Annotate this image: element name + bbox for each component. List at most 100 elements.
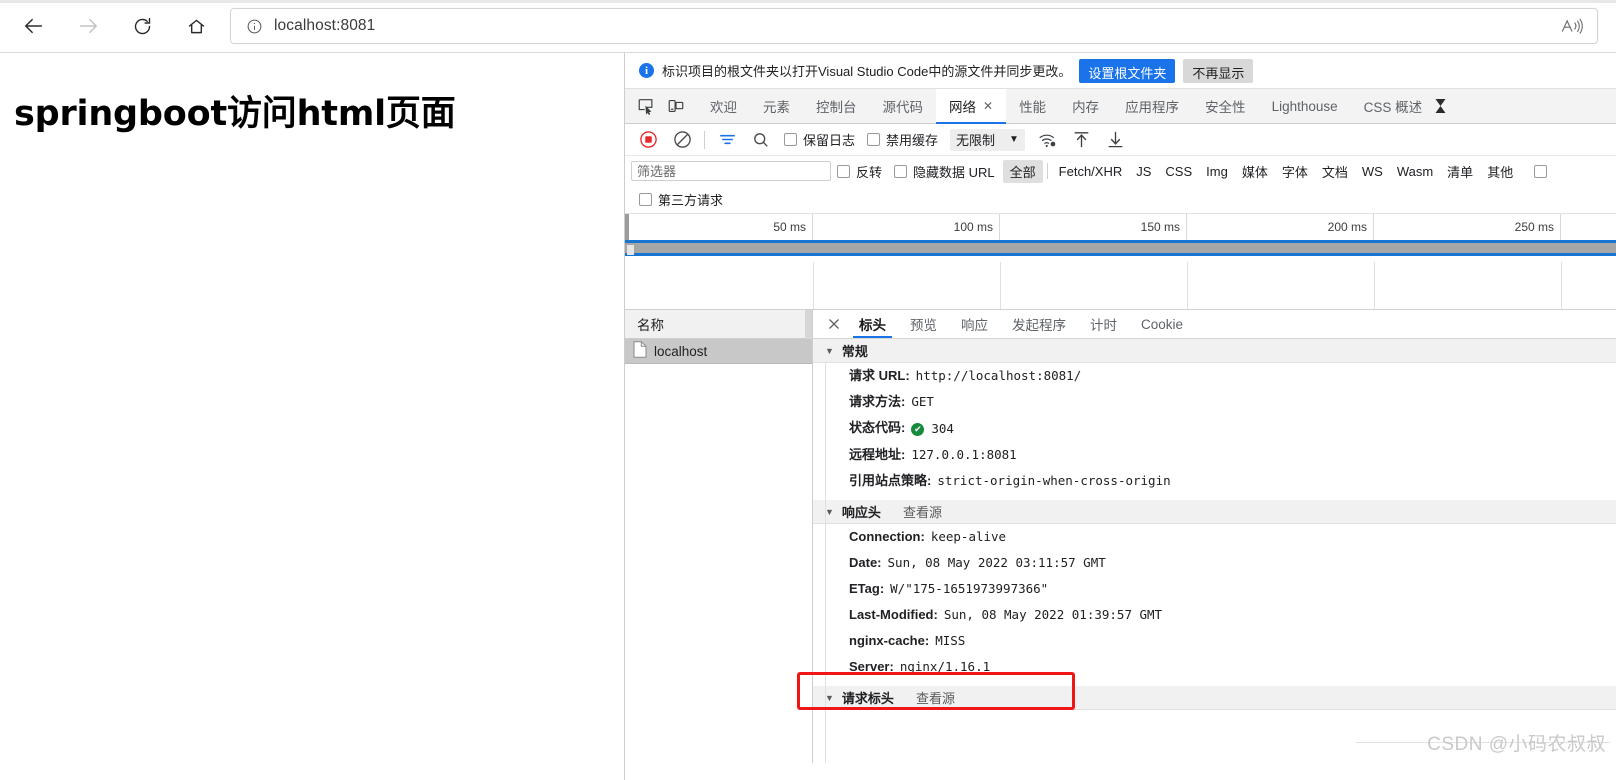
- third-party-row: 第三方请求: [625, 186, 1616, 214]
- tab-security[interactable]: 安全性: [1192, 89, 1259, 123]
- header-value: 127.0.0.1:8081: [911, 447, 1016, 463]
- section-header-general[interactable]: ▼ 常规: [813, 339, 1616, 363]
- header-key: 引用站点策略:: [849, 473, 931, 489]
- timeline-band-grip[interactable]: [627, 245, 634, 255]
- tab-lighthouse[interactable]: Lighthouse: [1259, 89, 1351, 123]
- import-har-icon[interactable]: [1065, 126, 1099, 154]
- infobar-message: 标识项目的根文件夹以打开Visual Studio Code中的源文件并同步更改…: [662, 61, 1071, 80]
- tab-console[interactable]: 控制台: [803, 89, 870, 123]
- header-value: nginx/1.16.1: [900, 659, 990, 675]
- section-header-request-headers[interactable]: ▼ 请求标头 查看源: [813, 686, 1616, 710]
- request-list: 名称 localhost: [625, 310, 813, 763]
- close-icon[interactable]: ✕: [983, 99, 993, 113]
- dont-show-again-button[interactable]: 不再显示: [1183, 59, 1253, 83]
- back-button[interactable]: [14, 6, 54, 46]
- network-conditions-icon[interactable]: [1031, 126, 1065, 154]
- header-row: Last-Modified: Sun, 08 May 2022 01:39:57…: [813, 602, 1616, 628]
- filter-type-other[interactable]: 其他: [1480, 160, 1520, 183]
- tab-css-overview[interactable]: CSS 概述: [1351, 89, 1436, 123]
- tab-performance[interactable]: 性能: [1006, 89, 1059, 123]
- hide-data-urls-label: 隐藏数据 URL: [913, 162, 995, 181]
- filter-type-js[interactable]: JS: [1129, 162, 1158, 181]
- filter-type-all[interactable]: 全部: [1003, 160, 1043, 183]
- filter-type-fetch-xhr[interactable]: Fetch/XHR: [1052, 162, 1130, 181]
- address-input[interactable]: localhost:8081: [274, 17, 375, 35]
- third-party-requests-checkbox[interactable]: 第三方请求: [631, 190, 729, 209]
- request-detail-tabs: 标头 预览 响应 发起程序 计时 Cookie: [813, 310, 1616, 339]
- header-value: keep-alive: [931, 529, 1006, 545]
- request-list-header: 名称: [625, 310, 812, 339]
- detail-tab-headers[interactable]: 标头: [847, 310, 898, 338]
- reload-icon: [132, 16, 153, 37]
- scrollbar[interactable]: [805, 310, 812, 339]
- timeline-ruler: 50 ms 100 ms 150 ms 200 ms 250 ms: [625, 214, 1616, 240]
- request-row-localhost[interactable]: localhost: [625, 339, 812, 364]
- filter-type-manifest[interactable]: 清单: [1440, 160, 1480, 183]
- filter-type-doc[interactable]: 文档: [1315, 160, 1355, 183]
- view-source-link[interactable]: 查看源: [916, 688, 955, 707]
- header-row-nginx-cache: nginx-cache: MISS: [813, 628, 1616, 654]
- timeline-selection-band[interactable]: [625, 240, 1616, 256]
- timeline-grid: [625, 262, 1616, 309]
- toolbar-divider: [704, 131, 705, 149]
- address-bar[interactable]: localhost:8081: [230, 8, 1598, 44]
- tab-network[interactable]: 网络 ✕: [936, 89, 1006, 123]
- detail-tab-response[interactable]: 响应: [949, 310, 1000, 338]
- home-button[interactable]: [176, 6, 216, 46]
- throttling-value: 无限制: [956, 130, 995, 149]
- resource-type-filters: 全部 Fetch/XHR JS CSS Img 媒体 字体 文档 WS Wasm…: [1003, 160, 1521, 183]
- header-row: 请求方法: GET: [813, 389, 1616, 415]
- filter-type-css[interactable]: CSS: [1158, 162, 1199, 181]
- detail-tab-timing[interactable]: 计时: [1078, 310, 1129, 338]
- checkbox-box: [837, 165, 850, 178]
- header-row: Server: nginx/1.16.1: [813, 654, 1616, 680]
- device-toolbar-icon[interactable]: [661, 89, 691, 123]
- record-stop-icon[interactable]: [631, 126, 665, 154]
- clear-network-log-icon[interactable]: [665, 126, 699, 154]
- header-key: Last-Modified:: [849, 607, 938, 623]
- detail-tab-initiator[interactable]: 发起程序: [1000, 310, 1078, 338]
- network-overview[interactable]: 50 ms 100 ms 150 ms 200 ms 250 ms: [625, 214, 1616, 310]
- search-icon[interactable]: [744, 126, 778, 154]
- filter-type-font[interactable]: 字体: [1275, 160, 1315, 183]
- tab-label: 网络: [949, 96, 976, 116]
- header-row: 引用站点策略: strict-origin-when-cross-origin: [813, 468, 1616, 494]
- detail-tab-cookies[interactable]: Cookie: [1129, 310, 1195, 338]
- tab-welcome[interactable]: 欢迎: [697, 89, 750, 123]
- section-header-response-headers[interactable]: ▼ 响应头 查看源: [813, 500, 1616, 524]
- header-key: 请求方法:: [849, 394, 905, 410]
- forward-button[interactable]: [68, 6, 108, 46]
- export-har-icon[interactable]: [1099, 126, 1133, 154]
- home-icon: [186, 16, 207, 37]
- filter-input[interactable]: [631, 161, 831, 181]
- browser-toolbar: localhost:8081: [0, 0, 1616, 53]
- blocked-cookies-checkbox[interactable]: [1528, 165, 1553, 178]
- tab-elements[interactable]: 元素: [750, 89, 803, 123]
- hide-data-urls-checkbox[interactable]: 隐藏数据 URL: [888, 162, 1001, 181]
- view-source-link[interactable]: 查看源: [903, 502, 942, 521]
- tab-sources[interactable]: 源代码: [870, 89, 937, 123]
- set-root-folder-button[interactable]: 设置根文件夹: [1079, 59, 1175, 83]
- preserve-log-checkbox[interactable]: 保留日志: [778, 130, 861, 149]
- filter-icon[interactable]: [710, 126, 744, 154]
- reload-button[interactable]: [122, 6, 162, 46]
- close-detail-icon[interactable]: [821, 310, 847, 338]
- devtools-tabstrip: 欢迎 元素 控制台 源代码 网络 ✕ 性能 内存 应用程序 安全性 Lighth…: [625, 89, 1616, 124]
- detail-tab-preview[interactable]: 预览: [898, 310, 949, 338]
- more-tabs-icon[interactable]: [1435, 89, 1452, 123]
- read-aloud-icon[interactable]: [1559, 15, 1585, 37]
- tab-application[interactable]: 应用程序: [1112, 89, 1192, 123]
- throttling-dropdown[interactable]: 无限制 ▼: [950, 129, 1025, 151]
- filter-type-ws[interactable]: WS: [1355, 162, 1390, 181]
- timeline-tick: 150 ms: [1000, 214, 1187, 240]
- filter-type-img[interactable]: Img: [1199, 162, 1235, 181]
- disable-cache-checkbox[interactable]: 禁用缓存: [861, 130, 944, 149]
- invert-checkbox[interactable]: 反转: [831, 162, 888, 181]
- tab-label: 控制台: [816, 96, 857, 116]
- site-info-icon[interactable]: [243, 15, 265, 37]
- filter-type-wasm[interactable]: Wasm: [1390, 162, 1440, 181]
- inspect-element-icon[interactable]: [631, 89, 661, 123]
- tab-memory[interactable]: 内存: [1059, 89, 1112, 123]
- checkbox-box: [867, 133, 880, 146]
- filter-type-media[interactable]: 媒体: [1235, 160, 1275, 183]
